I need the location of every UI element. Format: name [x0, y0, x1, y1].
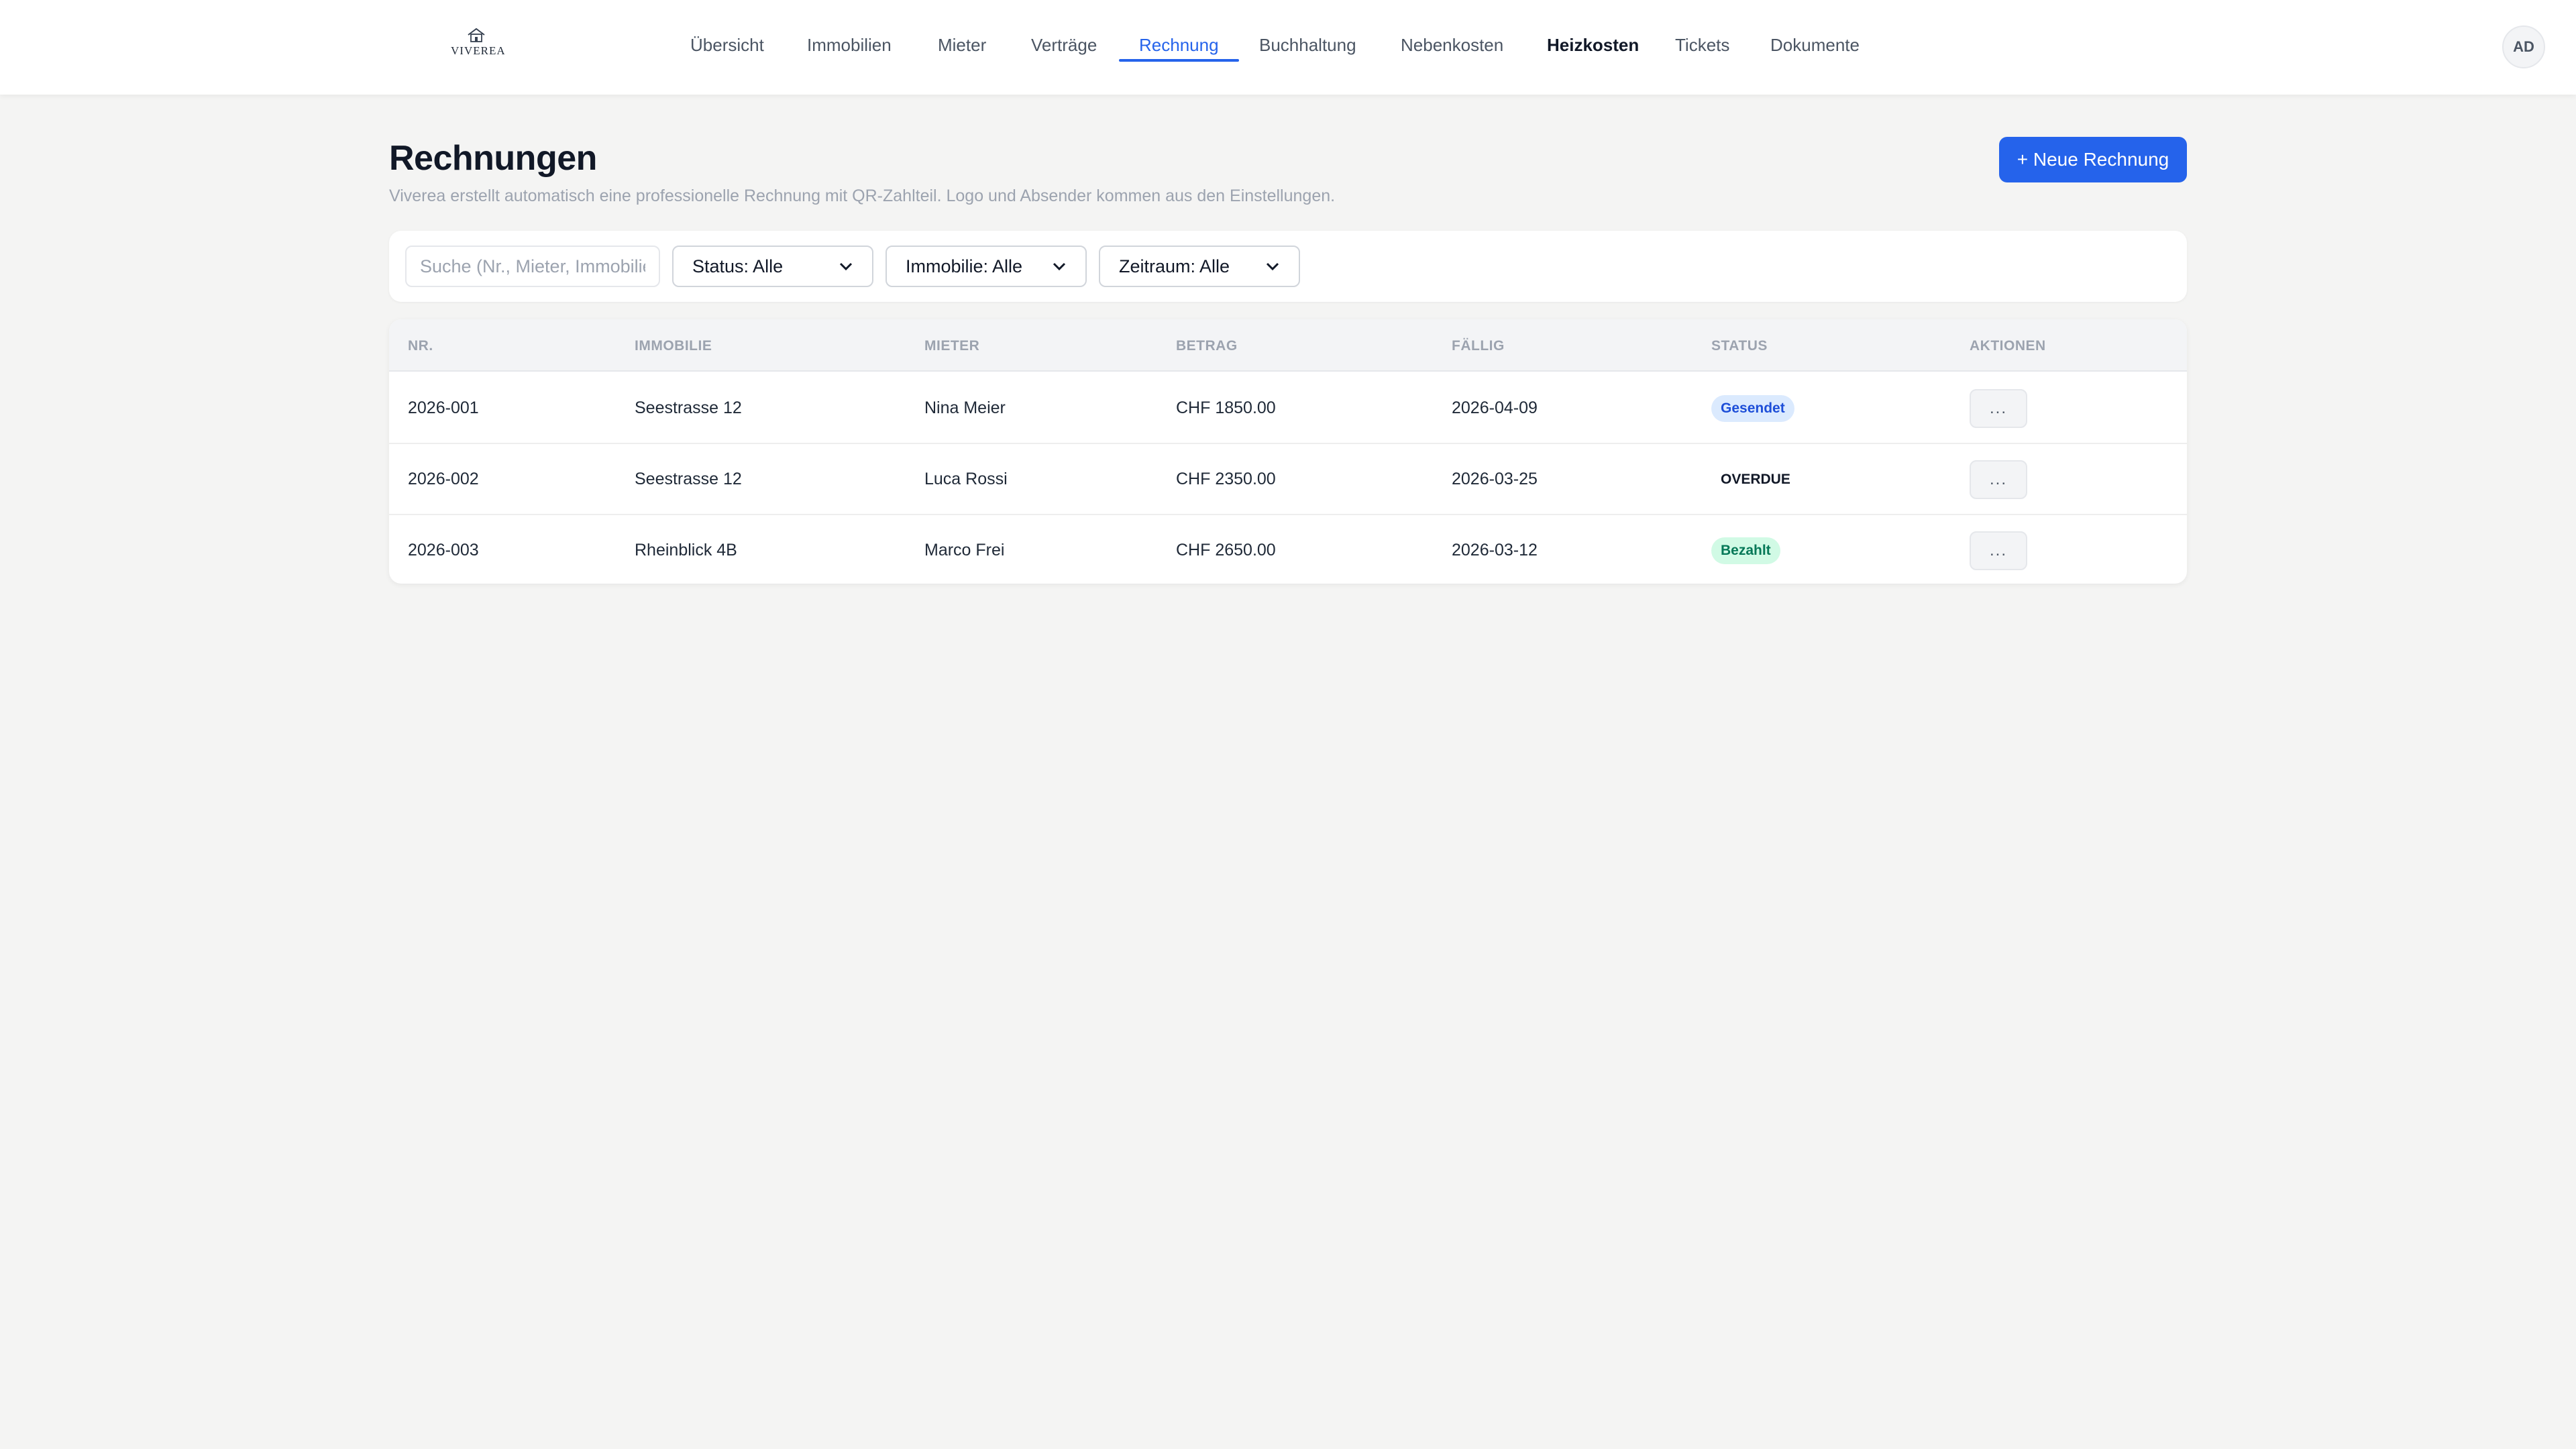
column-header-faellig[interactable]: FÄLLIG [1452, 338, 1505, 354]
nav-item-uebersicht[interactable]: Übersicht [690, 35, 764, 56]
table-header: NR. IMMOBILIE MIETER BETRAG FÄLLIG STATU… [389, 319, 2187, 372]
page-title: Rechnungen [389, 139, 597, 178]
invoice-tenant: Marco Frei [924, 541, 1005, 559]
column-header-mieter[interactable]: MIETER [924, 338, 979, 354]
nav-item-buchhaltung[interactable]: Buchhaltung [1259, 35, 1356, 56]
invoice-due-date: 2026-03-12 [1452, 541, 1538, 559]
status-filter-select[interactable]: Status: Alle [672, 246, 873, 287]
invoice-number: 2026-002 [408, 470, 479, 488]
property-filter-value: Immobilie: Alle [906, 256, 1023, 276]
nav-item-heizkosten[interactable]: Heizkosten [1547, 35, 1639, 56]
top-navigation-bar: VIVEREA Übersicht Immobilien Mieter Vert… [0, 0, 2576, 95]
chevron-down-icon [1266, 262, 1279, 271]
table-row[interactable]: 2026-003 Rheinblick 4B Marco Frei CHF 26… [389, 515, 2187, 584]
invoice-number: 2026-001 [408, 398, 479, 417]
chevron-down-icon [839, 262, 853, 271]
active-tab-indicator [1119, 59, 1239, 62]
nav-item-tickets[interactable]: Tickets [1675, 35, 1729, 56]
invoice-property: Seestrasse 12 [635, 398, 742, 417]
main-nav: Übersicht Immobilien Mieter Verträge Rec… [0, 0, 2576, 95]
invoice-tenant: Nina Meier [924, 398, 1006, 417]
nav-item-nebenkosten[interactable]: Nebenkosten [1401, 35, 1503, 56]
nav-item-immobilien[interactable]: Immobilien [807, 35, 892, 56]
period-filter-value: Zeitraum: Alle [1119, 256, 1230, 276]
column-header-status[interactable]: STATUS [1711, 338, 1768, 354]
invoice-number: 2026-003 [408, 541, 479, 559]
status-badge: OVERDUE [1721, 472, 1790, 487]
column-header-immobilie[interactable]: IMMOBILIE [635, 338, 712, 354]
invoice-property: Seestrasse 12 [635, 470, 742, 488]
new-invoice-button[interactable]: + Neue Rechnung [1999, 137, 2187, 182]
invoice-amount: CHF 2650.00 [1176, 541, 1276, 559]
row-actions-button[interactable]: ... [1970, 389, 2027, 428]
nav-item-vertraege[interactable]: Verträge [1031, 35, 1097, 56]
status-badge: Gesendet [1711, 395, 1794, 422]
filter-bar: Status: Alle Immobilie: Alle Zeitraum: A… [389, 231, 2187, 302]
column-header-nr[interactable]: NR. [408, 338, 433, 354]
table-row[interactable]: 2026-002 Seestrasse 12 Luca Rossi CHF 23… [389, 444, 2187, 515]
search-input[interactable] [405, 246, 660, 287]
period-filter-select[interactable]: Zeitraum: Alle [1099, 246, 1300, 287]
table-row[interactable]: 2026-001 Seestrasse 12 Nina Meier CHF 18… [389, 373, 2187, 444]
status-filter-value: Status: Alle [692, 256, 784, 276]
invoice-due-date: 2026-03-25 [1452, 470, 1538, 488]
invoice-property: Rheinblick 4B [635, 541, 737, 559]
invoice-due-date: 2026-04-09 [1452, 398, 1538, 417]
nav-item-mieter[interactable]: Mieter [938, 35, 986, 56]
chevron-down-icon [1053, 262, 1066, 271]
invoice-table: NR. IMMOBILIE MIETER BETRAG FÄLLIG STATU… [389, 319, 2187, 584]
column-header-betrag[interactable]: BETRAG [1176, 338, 1238, 354]
page-subtitle: Viverea erstellt automatisch eine profes… [389, 186, 1336, 205]
user-avatar[interactable]: AD [2502, 25, 2545, 68]
row-actions-button[interactable]: ... [1970, 460, 2027, 499]
invoice-tenant: Luca Rossi [924, 470, 1008, 488]
row-actions-button[interactable]: ... [1970, 531, 2027, 570]
invoice-amount: CHF 1850.00 [1176, 398, 1276, 417]
nav-item-dokumente[interactable]: Dokumente [1770, 35, 1860, 56]
nav-item-rechnung[interactable]: Rechnung [1139, 35, 1219, 56]
invoice-amount: CHF 2350.00 [1176, 470, 1276, 488]
property-filter-select[interactable]: Immobilie: Alle [885, 246, 1087, 287]
status-badge: Bezahlt [1711, 537, 1780, 564]
column-header-aktionen: AKTIONEN [1970, 338, 2046, 354]
